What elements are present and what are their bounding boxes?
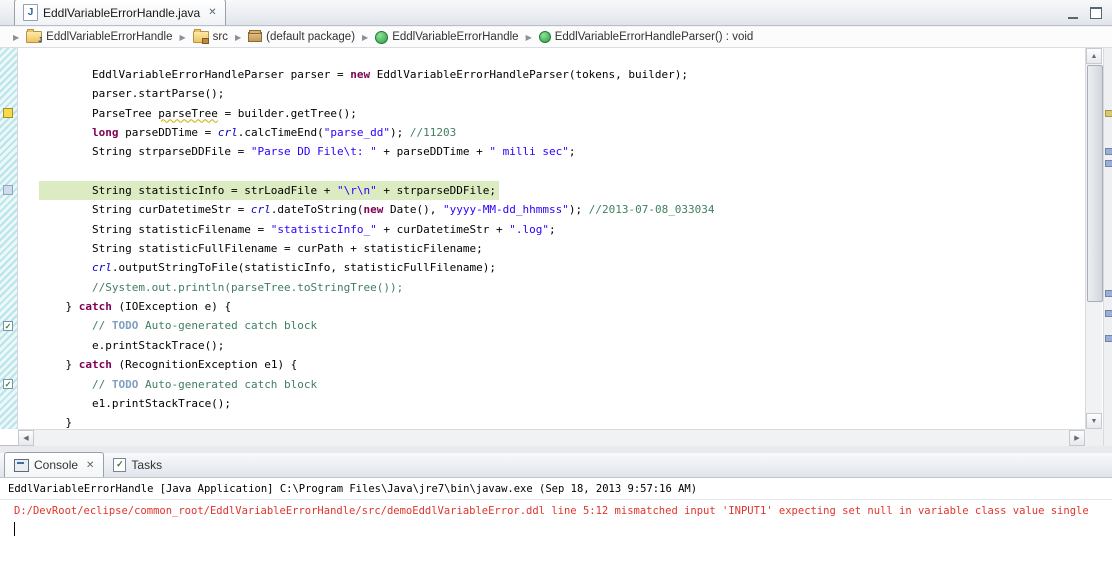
eclipse-window: J EddlVariableErrorHandle.java ✕ ▶ EddlV… [0,0,1112,573]
gutter-marker-warning[interactable] [3,107,13,118]
panel-splitter[interactable] [0,446,1112,453]
breadcrumb-separator-icon: ▶ [235,32,242,42]
overview-marker[interactable] [1105,335,1112,342]
code-line[interactable]: ParseTree parseTree = builder.getTree(); [39,104,1085,123]
scroll-right-arrow[interactable]: ▶ [1069,430,1085,446]
code-area: EddlVariableErrorHandleParser parser = n… [18,48,1085,429]
scroll-left-arrow[interactable]: ◀ [18,430,34,446]
breadcrumb-item-project[interactable]: EddlVariableErrorHandle [24,29,174,44]
breadcrumb-item-method[interactable]: EddlVariableErrorHandleParser() : void [537,30,756,44]
tasks-icon: ✓ [113,458,127,472]
gutter-marker-task[interactable]: ✓ [3,378,13,389]
console-panel: Console ✕ ✓ Tasks EddlVariableErrorHandl… [0,452,1112,573]
tab-close-icon[interactable]: ✕ [208,7,216,18]
code-line[interactable]: String statisticInfo = strLoadFile + "\r… [39,181,499,201]
breadcrumb-separator-icon: ▶ [179,32,186,42]
editor-tab-title: EddlVariableErrorHandle.java [43,5,201,20]
java-file-icon: J [23,4,38,21]
overview-marker[interactable] [1105,160,1112,167]
tasks-tab-label: Tasks [131,458,163,472]
text-caret [14,522,15,536]
editor-horizontal-scrollbar[interactable]: ◀ ▶ [18,429,1085,446]
code-line[interactable]: e1.printStackTrace(); [39,394,1085,413]
code-line[interactable]: } [39,413,1085,429]
breadcrumb-label: src [212,31,229,43]
code-line[interactable]: parser.startParse(); [39,84,1085,103]
class-icon [375,30,389,44]
source-folder-icon [192,29,209,44]
code-line[interactable]: // TODO Auto-generated catch block [39,316,1085,335]
overview-marker[interactable] [1105,310,1112,317]
overview-marker[interactable] [1105,290,1112,297]
scrollbar-corner [1085,429,1103,446]
breadcrumb-label: EddlVariableErrorHandle [46,31,173,43]
breadcrumb-expand-arrow[interactable]: ▶ [13,33,19,42]
editor-tab[interactable]: J EddlVariableErrorHandle.java ✕ [14,0,226,25]
method-icon [538,31,551,43]
breadcrumb-label: (default package) [266,31,356,43]
editor-vertical-scrollbar[interactable]: ▲ ▼ [1085,48,1103,429]
code-line[interactable]: //System.out.println(parseTree.toStringT… [39,278,1085,297]
console-tab-label: Console [34,458,79,472]
maximize-button[interactable] [1090,7,1102,19]
breadcrumb-item-package[interactable]: (default package) [246,30,357,44]
tab-tasks[interactable]: ✓ Tasks [104,453,171,477]
console-output[interactable]: EddlVariableErrorHandle [Java Applicatio… [0,478,1112,573]
vertical-scrollbar-thumb[interactable] [1087,65,1103,302]
overview-marker[interactable] [1105,148,1112,155]
code-line[interactable]: String strparseDDFile = "Parse DD File\t… [39,142,1085,161]
console-icon [14,458,29,472]
code-line[interactable]: // TODO Auto-generated catch block [39,375,1085,394]
minimize-button[interactable] [1068,7,1078,19]
code-line[interactable]: EddlVariableErrorHandleParser parser = n… [39,65,1085,84]
code-line[interactable]: String curDatetimeStr = crl.dateToString… [39,200,1085,219]
console-tab-close-icon[interactable]: ✕ [86,460,94,471]
gutter-marker-task[interactable]: ✓ [3,320,13,331]
annotation-ruler[interactable]: ✓ ✓ [0,48,18,429]
scroll-down-arrow[interactable]: ▼ [1086,413,1102,429]
code-line[interactable]: e.printStackTrace(); [39,336,1085,355]
package-icon [248,30,263,42]
window-controls [1068,7,1102,19]
code-line[interactable]: String statisticFilename = "statisticInf… [39,220,1085,239]
editor-tabbar: J EddlVariableErrorHandle.java ✕ [0,0,1112,26]
editor-region: ✓ ✓ EddlVariableErrorHandleParser parser … [0,48,1112,446]
breadcrumb: ▶ EddlVariableErrorHandle ▶ src ▶ (defau… [0,27,1112,48]
breadcrumb-item-class[interactable]: EddlVariableErrorHandle [373,30,520,45]
breadcrumb-separator-icon: ▶ [525,32,532,42]
tab-console[interactable]: Console ✕ [4,452,105,477]
breadcrumb-item-src[interactable]: src [191,29,230,44]
console-error-text: D:/DevRoot/eclipse/common_root/EddlVaria… [14,505,1089,517]
code-line[interactable]: crl.outputStringToFile(statisticInfo, st… [39,258,1085,277]
code-line[interactable]: String statisticFullFilename = curPath +… [39,239,1085,258]
breadcrumb-label: EddlVariableErrorHandleParser() : void [554,31,754,43]
breadcrumb-separator-icon: ▶ [362,32,369,42]
breadcrumb-label: EddlVariableErrorHandle [392,31,519,43]
code-editor[interactable]: EddlVariableErrorHandleParser parser = n… [18,48,1085,429]
code-line[interactable]: long parseDDTime = crl.calcTimeEnd("pars… [39,123,1085,142]
code-line[interactable] [39,162,1085,181]
scroll-up-arrow[interactable]: ▲ [1086,48,1102,64]
code-line[interactable]: } catch (IOException e) { [39,297,1085,316]
console-process-info: EddlVariableErrorHandle [Java Applicatio… [0,478,1112,500]
code-line[interactable]: } catch (RecognitionException e1) { [39,355,1085,374]
java-project-icon [26,29,42,44]
overview-ruler[interactable] [1103,48,1112,446]
gutter-marker-occurrence[interactable] [3,185,13,196]
overview-marker[interactable] [1105,110,1112,117]
console-tabbar: Console ✕ ✓ Tasks [0,452,1112,478]
